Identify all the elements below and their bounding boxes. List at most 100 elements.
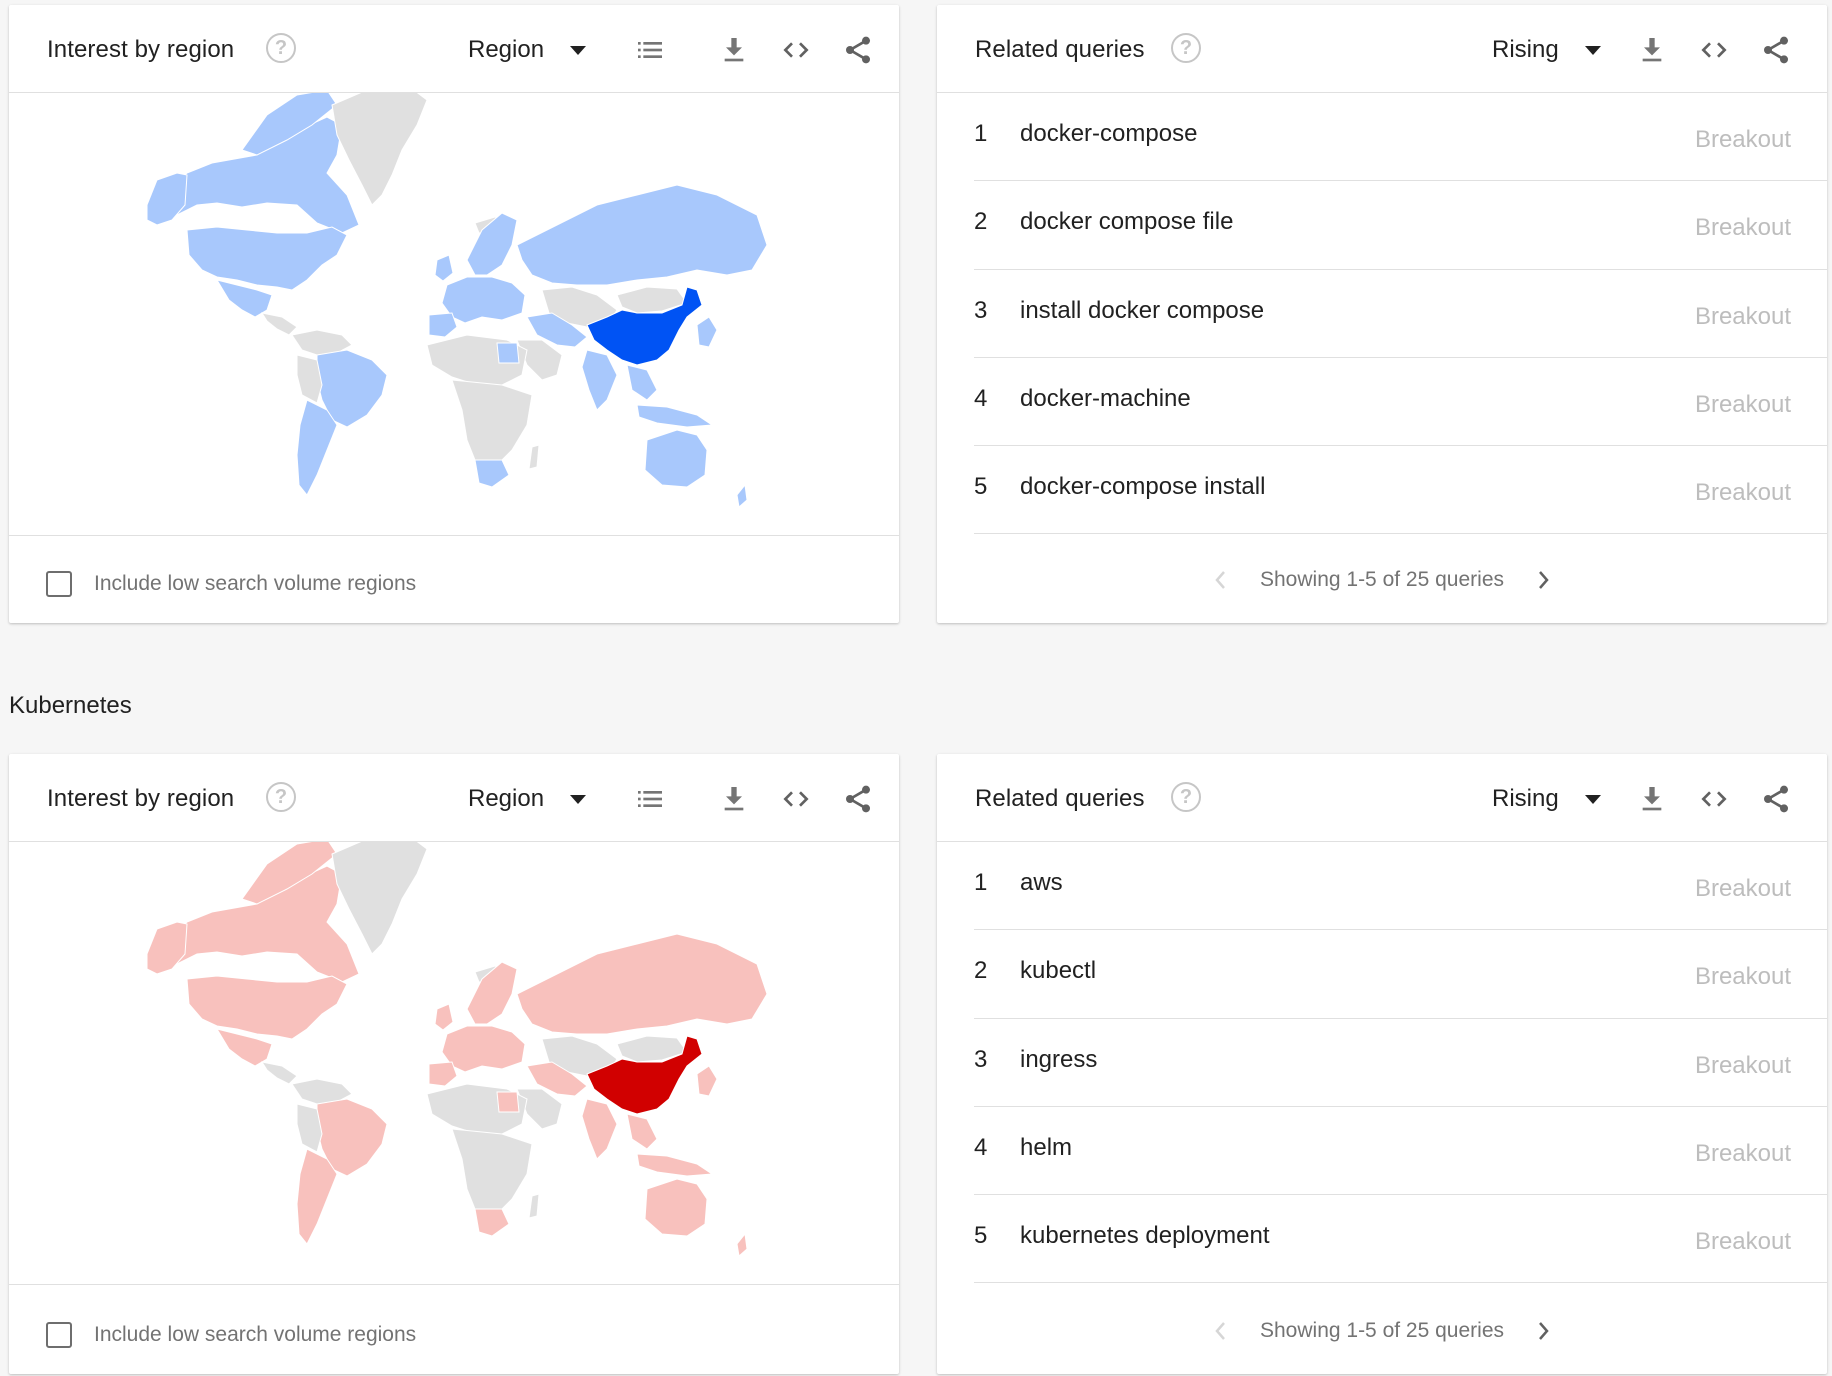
query-text[interactable]: docker-compose: [1020, 120, 1197, 148]
query-row[interactable]: 3 ingress Breakout: [974, 1019, 1827, 1107]
region-madagascar[interactable]: [528, 444, 540, 470]
region-egypt[interactable]: [496, 1091, 520, 1113]
region-new-zealand[interactable]: [736, 1232, 748, 1257]
region-usa[interactable]: [186, 975, 348, 1040]
region-australia[interactable]: [644, 429, 708, 488]
share-icon[interactable]: [842, 783, 874, 815]
query-row[interactable]: 4 docker-machine Breakout: [974, 358, 1827, 447]
region-iberia[interactable]: [428, 1061, 458, 1087]
region-usa[interactable]: [186, 226, 348, 291]
region-central-america[interactable]: [260, 1061, 298, 1085]
region-uk[interactable]: [434, 1003, 454, 1031]
card-footer: Include low search volume regions: [9, 537, 899, 623]
region-greenland[interactable]: [331, 842, 428, 955]
embed-icon[interactable]: [1698, 783, 1730, 815]
region-se-asia[interactable]: [626, 1113, 658, 1150]
query-text[interactable]: ingress: [1020, 1046, 1097, 1074]
region-india[interactable]: [581, 1098, 618, 1160]
region-indonesia[interactable]: [636, 404, 714, 428]
region-egypt[interactable]: [496, 342, 520, 364]
share-icon[interactable]: [1760, 783, 1792, 815]
region-iberia[interactable]: [428, 312, 458, 338]
low-volume-checkbox[interactable]: [46, 571, 72, 597]
query-text[interactable]: install docker compose: [1020, 297, 1264, 325]
embed-icon[interactable]: [780, 34, 812, 66]
region-australia[interactable]: [644, 1178, 708, 1237]
download-icon[interactable]: [718, 34, 750, 66]
region-alaska[interactable]: [146, 921, 188, 975]
region-uk[interactable]: [434, 254, 454, 282]
list-icon[interactable]: [634, 783, 666, 815]
region-indonesia[interactable]: [636, 1153, 714, 1177]
prev-page-button[interactable]: [1210, 566, 1230, 594]
resolution-dropdown[interactable]: Region: [468, 782, 587, 816]
list-icon[interactable]: [634, 34, 666, 66]
share-icon[interactable]: [842, 34, 874, 66]
query-row[interactable]: 2 docker compose file Breakout: [974, 181, 1827, 270]
query-text[interactable]: kubernetes deployment: [1020, 1222, 1270, 1250]
query-text[interactable]: aws: [1020, 869, 1063, 897]
download-icon[interactable]: [1636, 34, 1668, 66]
query-row[interactable]: 5 kubernetes deployment Breakout: [974, 1195, 1827, 1284]
help-icon[interactable]: ?: [1171, 33, 1201, 63]
card-title: Related queries: [975, 36, 1145, 63]
query-row[interactable]: 1 aws Breakout: [974, 842, 1827, 931]
query-row[interactable]: 2 kubectl Breakout: [974, 930, 1827, 1019]
download-icon[interactable]: [718, 783, 750, 815]
region-europe[interactable]: [441, 1025, 526, 1073]
world-map[interactable]: [9, 842, 899, 1285]
region-scandinavia[interactable]: [466, 212, 518, 276]
region-central-america[interactable]: [260, 312, 298, 336]
query-text[interactable]: docker-compose install: [1020, 473, 1265, 501]
query-row[interactable]: 5 docker-compose install Breakout: [974, 446, 1827, 535]
query-row[interactable]: 3 install docker compose Breakout: [974, 270, 1827, 358]
world-map[interactable]: [9, 93, 899, 536]
help-icon[interactable]: ?: [266, 33, 296, 63]
region-south-africa[interactable]: [474, 1208, 510, 1237]
region-scandinavia[interactable]: [466, 961, 518, 1025]
query-text[interactable]: kubectl: [1020, 957, 1096, 985]
dropdown-arrow-icon: [1584, 794, 1601, 804]
prev-page-button[interactable]: [1210, 1317, 1230, 1345]
region-new-zealand[interactable]: [736, 483, 748, 508]
rising-top-dropdown[interactable]: Rising: [1492, 782, 1601, 816]
embed-icon[interactable]: [780, 783, 812, 815]
card-footer: Include low search volume regions: [9, 1288, 899, 1374]
region-europe[interactable]: [441, 276, 526, 324]
query-text[interactable]: docker-machine: [1020, 385, 1191, 413]
query-text[interactable]: helm: [1020, 1134, 1072, 1162]
low-volume-checkbox[interactable]: [46, 1322, 72, 1348]
card-header: Interest by region ? Region: [9, 754, 899, 842]
download-icon[interactable]: [1636, 783, 1668, 815]
region-south-africa[interactable]: [474, 459, 510, 488]
query-rank: 1: [974, 869, 988, 896]
embed-icon[interactable]: [1698, 34, 1730, 66]
region-alaska[interactable]: [146, 172, 188, 226]
region-africa-central[interactable]: [451, 1128, 533, 1215]
next-page-button[interactable]: [1534, 1317, 1554, 1345]
region-japan-korea[interactable]: [696, 1065, 718, 1097]
region-africa-central[interactable]: [451, 379, 533, 466]
region-se-asia[interactable]: [626, 364, 658, 401]
query-rank: 2: [974, 208, 988, 236]
region-russia[interactable]: [516, 933, 768, 1035]
card-header: Interest by region ? Region: [9, 5, 899, 93]
rising-top-dropdown[interactable]: Rising: [1492, 33, 1601, 67]
query-value: Breakout: [1694, 1051, 1791, 1079]
query-rank: 4: [974, 1133, 988, 1161]
dropdown-arrow-icon: [1584, 45, 1601, 55]
share-icon[interactable]: [1760, 34, 1792, 66]
region-russia[interactable]: [516, 184, 768, 286]
region-greenland[interactable]: [331, 93, 428, 206]
region-japan-korea[interactable]: [696, 316, 718, 348]
resolution-dropdown[interactable]: Region: [468, 33, 587, 67]
query-row[interactable]: 1 docker-compose Breakout: [974, 93, 1827, 182]
help-icon[interactable]: ?: [266, 782, 296, 812]
query-text[interactable]: docker compose file: [1020, 208, 1233, 236]
region-madagascar[interactable]: [528, 1193, 540, 1219]
next-page-button[interactable]: [1534, 566, 1554, 594]
region-india[interactable]: [581, 349, 618, 411]
query-row[interactable]: 4 helm Breakout: [974, 1107, 1827, 1196]
dropdown-label: Region: [468, 36, 545, 63]
help-icon[interactable]: ?: [1171, 782, 1201, 812]
